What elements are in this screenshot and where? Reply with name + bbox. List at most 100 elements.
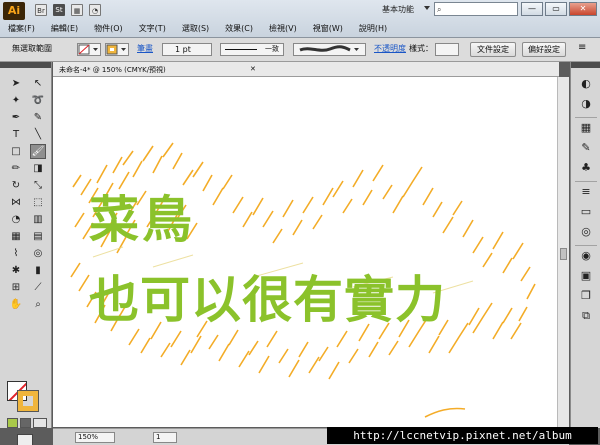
rectangle-tool-icon[interactable]: □ <box>8 144 24 159</box>
watermark-url: http://lccnetvip.pixnet.net/album <box>327 427 598 444</box>
gradient-panel-icon[interactable]: ▭ <box>577 204 595 220</box>
shape-builder-tool-icon[interactable]: ◔ <box>8 212 24 227</box>
stroke-panel-icon[interactable]: ≡ <box>577 184 595 200</box>
artboard-canvas[interactable]: 菜鳥 也可以很有實力 <box>53 77 557 427</box>
brush-stroke-icon <box>299 45 359 52</box>
menu-help[interactable]: 說明(H) <box>351 22 395 36</box>
menu-file[interactable]: 檔案(F) <box>0 22 43 36</box>
width-tool-icon[interactable]: ⋈ <box>8 195 24 210</box>
title-bar: Ai Br St ▦ ◔ 基本功能 ⌕ — ▭ ✕ 檔案(F) 編輯(E) 物件… <box>0 0 600 38</box>
mesh-tool-icon[interactable]: ▦ <box>8 229 24 244</box>
perspective-grid-tool-icon[interactable]: ▥ <box>30 212 46 227</box>
rotate-tool-icon[interactable]: ↻ <box>8 178 24 193</box>
gradient-mode-icon[interactable] <box>20 418 31 428</box>
scribble-effect-artwork <box>70 142 536 418</box>
artboards-panel-icon[interactable]: ⧉ <box>577 308 595 324</box>
document-close-icon[interactable]: ✕ <box>250 65 256 73</box>
stroke-color-icon <box>106 44 126 55</box>
dock-divider <box>575 181 597 182</box>
graphic-style-swatch[interactable] <box>435 43 459 56</box>
line-tool-icon[interactable]: ╲ <box>30 127 46 142</box>
stroke-swatch[interactable] <box>105 43 129 56</box>
profile-line-icon <box>225 49 257 50</box>
selection-state: 無選取範圍 <box>12 44 52 53</box>
color-panel-icon[interactable]: ◐ <box>577 76 595 92</box>
brushes-panel-icon[interactable]: ✎ <box>577 140 595 156</box>
menu-edit[interactable]: 編輯(E) <box>43 22 86 36</box>
lasso-tool-icon[interactable]: ➰ <box>30 93 46 108</box>
stroke-color-icon[interactable] <box>17 390 39 412</box>
selection-tool-icon[interactable]: ➤ <box>8 76 24 91</box>
stroke-panel-link[interactable]: 筆畫 <box>137 43 153 54</box>
curvature-tool-icon[interactable]: ✎ <box>30 110 46 125</box>
variable-width-profile[interactable]: 一致 <box>220 43 284 56</box>
menu-select[interactable]: 選取(S) <box>174 22 217 36</box>
document-setup-button[interactable]: 文件設定 <box>470 42 516 57</box>
document-tab[interactable]: 未命名-4* @ 150% (CMYK/預視) ✕ <box>53 62 559 77</box>
symbol-sprayer-tool-icon[interactable]: ✱ <box>8 263 24 278</box>
tool-grid: ➤ ↖ ✦ ➰ ✒ ✎ T ╲ □ 🖌 ✏ ◨ ↻ ⤡ ⋈ ⬚ ◔ ▥ ▦ ▤ … <box>8 76 48 314</box>
fill-stroke-widget[interactable] <box>7 381 45 413</box>
layers-panel-icon[interactable]: ❐ <box>577 288 595 304</box>
scale-tool-icon[interactable]: ⤡ <box>30 178 46 193</box>
hand-tool-icon[interactable]: ✋ <box>8 297 24 312</box>
preferences-button[interactable]: 偏好設定 <box>522 42 566 57</box>
slice-tool-icon[interactable]: ⟋ <box>30 280 46 295</box>
type-tool-icon[interactable]: T <box>8 127 24 142</box>
artboard-tool-icon[interactable]: ⊞ <box>8 280 24 295</box>
screen-mode-icon[interactable] <box>17 434 33 445</box>
stock-button[interactable]: St <box>53 4 65 16</box>
column-graph-tool-icon[interactable]: ▮ <box>30 263 46 278</box>
color-guide-panel-icon[interactable]: ◑ <box>577 96 595 112</box>
opacity-link[interactable]: 不透明度 <box>374 43 406 54</box>
menu-object[interactable]: 物件(O) <box>86 22 131 36</box>
tools-panel-header[interactable] <box>0 62 51 68</box>
appearance-panel-icon[interactable]: ◉ <box>577 248 595 264</box>
artboard-number-field[interactable]: 1 <box>153 432 177 443</box>
close-button[interactable]: ✕ <box>569 2 597 16</box>
zoom-tool-icon[interactable]: ⌕ <box>30 297 46 312</box>
free-transform-tool-icon[interactable]: ⬚ <box>30 195 46 210</box>
menu-type[interactable]: 文字(T) <box>131 22 174 36</box>
graphic-styles-panel-icon[interactable]: ▣ <box>577 268 595 284</box>
search-input[interactable]: ⌕ <box>434 2 518 16</box>
vertical-scrollbar[interactable] <box>557 77 569 427</box>
magic-wand-tool-icon[interactable]: ✦ <box>8 93 24 108</box>
panel-dock-header[interactable] <box>571 62 600 68</box>
control-bar: 無選取範圍 筆畫 1 pt 一致 不透明度 樣式： 文件設定 偏好設定 ≡ <box>0 38 600 62</box>
gradient-tool-icon[interactable]: ▤ <box>30 229 46 244</box>
transparency-panel-icon[interactable]: ◎ <box>577 224 595 240</box>
illustrator-window: Ai Br St ▦ ◔ 基本功能 ⌕ — ▭ ✕ 檔案(F) 編輯(E) 物件… <box>0 0 600 445</box>
menu-view[interactable]: 檢視(V) <box>261 22 305 36</box>
style-label: 樣式： <box>409 44 433 53</box>
color-mode-icon[interactable] <box>7 418 18 428</box>
fill-swatch[interactable] <box>77 43 101 56</box>
none-mode-icon[interactable] <box>33 418 47 428</box>
pen-tool-icon[interactable]: ✒ <box>8 110 24 125</box>
stroke-weight-field[interactable]: 1 pt <box>162 43 212 56</box>
eyedropper-tool-icon[interactable]: ⌇ <box>8 246 24 261</box>
swatches-panel-icon[interactable]: ▦ <box>577 120 595 136</box>
paintbrush-tool-icon[interactable]: 🖌 <box>30 144 46 159</box>
chevron-down-icon[interactable] <box>424 6 430 10</box>
eraser-tool-icon[interactable]: ◨ <box>30 161 46 176</box>
menu-effect[interactable]: 效果(C) <box>217 22 261 36</box>
direct-selection-tool-icon[interactable]: ↖ <box>30 76 46 91</box>
scrollbar-thumb[interactable] <box>560 248 567 260</box>
workspace-switcher[interactable]: 基本功能 <box>382 4 414 15</box>
blend-tool-icon[interactable]: ◎ <box>30 246 46 261</box>
symbols-panel-icon[interactable]: ♣ <box>577 160 595 176</box>
arrange-documents-icon[interactable]: ▦ <box>71 4 83 16</box>
top-app-icons: Br St ▦ ◔ <box>35 4 101 16</box>
zoom-field[interactable]: 150% <box>75 432 115 443</box>
minimize-button[interactable]: — <box>521 2 543 16</box>
brush-definition[interactable] <box>293 43 366 56</box>
pencil-tool-icon[interactable]: ✏ <box>8 161 24 176</box>
bridge-button[interactable]: Br <box>35 4 47 16</box>
maximize-button[interactable]: ▭ <box>545 2 567 16</box>
gpu-performance-icon[interactable]: ◔ <box>89 4 101 16</box>
panel-dock: ◐ ◑ ▦ ✎ ♣ ≡ ▭ ◎ ◉ ▣ ❐ ⧉ <box>570 62 600 428</box>
profile-label: 一致 <box>265 45 279 53</box>
menu-window[interactable]: 視窗(W) <box>305 22 351 36</box>
control-panel-menu-icon[interactable]: ≡ <box>578 42 586 53</box>
